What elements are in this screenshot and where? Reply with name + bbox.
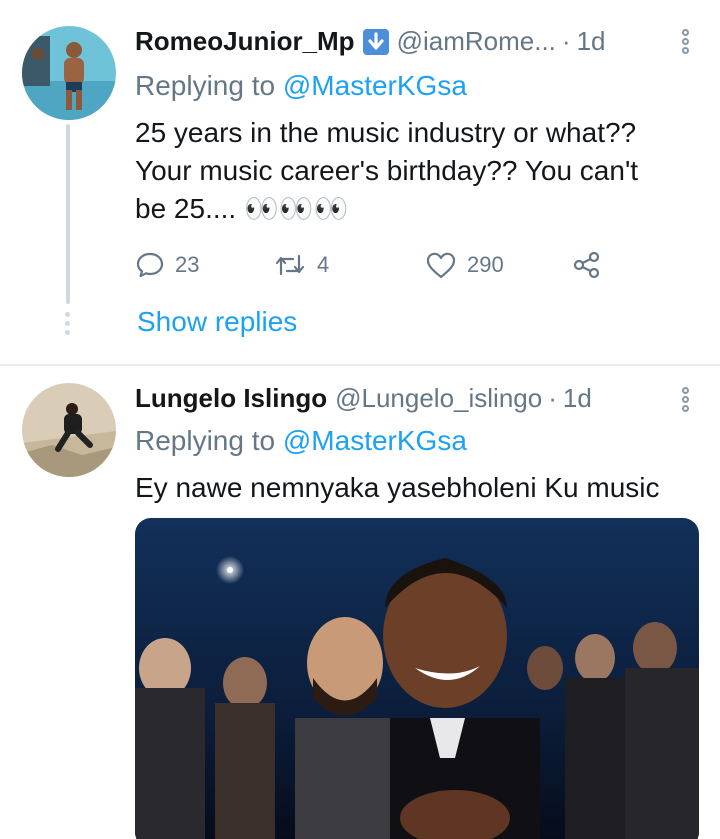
tweet-text: 25 years in the music industry or what??… xyxy=(135,114,695,228)
display-name[interactable]: RomeoJunior_Mp xyxy=(135,26,355,57)
heart-icon xyxy=(426,252,456,279)
reply-prefix: Replying to xyxy=(135,425,276,456)
avatar-romeojunior[interactable] xyxy=(22,26,116,120)
avatar-lungelo[interactable] xyxy=(22,383,116,477)
arrow-down-icon xyxy=(362,28,389,55)
display-name[interactable]: Lungelo Islingo xyxy=(135,383,327,414)
retweet-button[interactable]: 4 xyxy=(273,250,329,280)
tweet-text: Ey nawe nemnyaka yasebholeni Ku music xyxy=(135,469,695,507)
reply-button[interactable]: 23 xyxy=(135,250,199,280)
thread-line xyxy=(66,124,70,304)
show-replies-link[interactable]: Show replies xyxy=(137,306,297,338)
tweet-2[interactable]: Lungelo Islingo @Lungelo_islingo · 1d Re… xyxy=(0,366,720,839)
tweet-header: Lungelo Islingo @Lungelo_islingo · 1d xyxy=(135,383,592,414)
mention-link[interactable]: @MasterKGsa xyxy=(283,70,467,101)
separator-dot: · xyxy=(548,383,557,413)
tweet-1[interactable]: RomeoJunior_Mp @iamRome... · 1d Replying… xyxy=(0,0,720,364)
action-bar: 23 4 290 xyxy=(135,250,615,286)
tweet-text-line: Ey nawe nemnyaka yasebholeni Ku music xyxy=(135,472,660,503)
like-button[interactable]: 290 xyxy=(425,250,504,280)
retweet-icon xyxy=(275,254,305,276)
speech-bubble-icon xyxy=(136,252,164,278)
tweet-text-line: be 25.... 👀👀👀 xyxy=(135,193,349,224)
thread-dots xyxy=(65,312,71,339)
vertical-ellipsis-icon[interactable] xyxy=(682,29,690,56)
share-icon xyxy=(573,251,600,279)
reply-context: Replying to @MasterKGsa xyxy=(135,70,467,102)
timestamp[interactable]: 1d xyxy=(577,26,606,57)
mention-link[interactable]: @MasterKGsa xyxy=(283,425,467,456)
reply-count: 23 xyxy=(175,252,200,277)
handle[interactable]: @iamRome... xyxy=(397,26,556,57)
tweet-header: RomeoJunior_Mp @iamRome... · 1d xyxy=(135,26,606,57)
tweet-media-image[interactable] xyxy=(135,518,699,839)
share-button[interactable] xyxy=(572,250,612,280)
tweet-text-line: 25 years in the music industry or what?? xyxy=(135,117,637,148)
tweet-text-line: Your music career's birthday?? You can't xyxy=(135,155,639,186)
reply-context: Replying to @MasterKGsa xyxy=(135,425,467,457)
handle[interactable]: @Lungelo_islingo xyxy=(335,383,542,414)
separator-dot: · xyxy=(561,26,571,56)
like-count: 290 xyxy=(467,252,504,277)
timestamp[interactable]: 1d xyxy=(563,383,592,414)
reply-prefix: Replying to xyxy=(135,70,276,101)
vertical-ellipsis-icon[interactable] xyxy=(682,387,690,414)
retweet-count: 4 xyxy=(317,252,330,277)
